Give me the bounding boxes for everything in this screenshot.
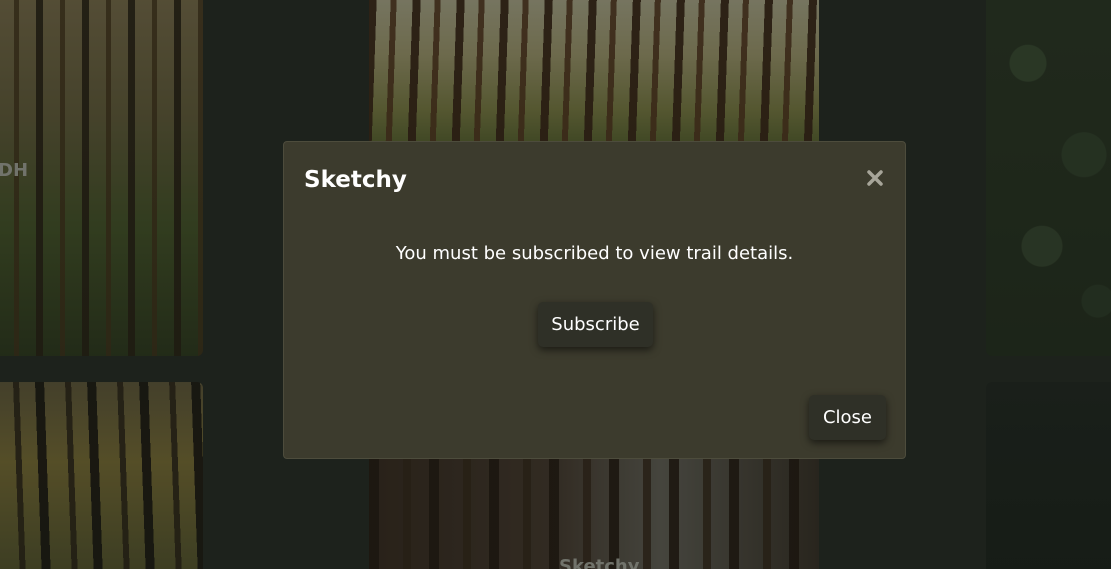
close-button[interactable]: Close bbox=[809, 395, 886, 440]
page: DH I Sketchy Sketchy You must be subscri… bbox=[0, 0, 1111, 569]
close-icon[interactable] bbox=[863, 166, 887, 190]
subscription-message: You must be subscribed to view trail det… bbox=[395, 243, 794, 264]
modal-title: Sketchy bbox=[304, 167, 407, 193]
subscribe-button[interactable]: Subscribe bbox=[538, 302, 653, 347]
subscription-modal: Sketchy You must be subscribed to view t… bbox=[283, 141, 906, 459]
